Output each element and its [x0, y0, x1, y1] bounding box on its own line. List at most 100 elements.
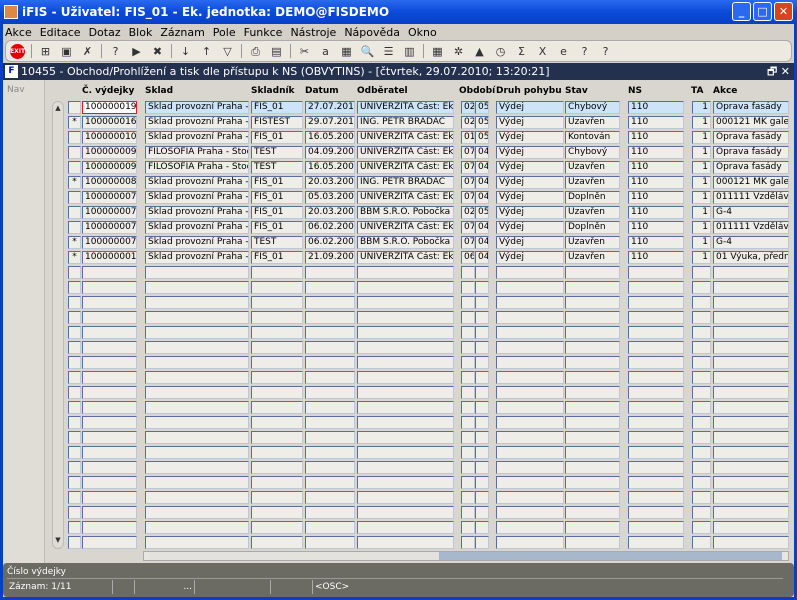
cell-sklad[interactable]	[145, 521, 249, 534]
help-icon[interactable]: ?	[577, 44, 592, 59]
cell-cislo[interactable]	[82, 341, 137, 354]
cell-cislo[interactable]	[82, 281, 137, 294]
cell-sklad[interactable]: Sklad provozní Praha - Stodůlky	[145, 116, 249, 129]
cell-datum[interactable]	[305, 521, 355, 534]
cell-stav[interactable]	[565, 281, 620, 294]
cell-ta[interactable]: 1	[692, 191, 711, 204]
cell-druh[interactable]	[496, 266, 564, 279]
cell-ob1[interactable]	[461, 506, 475, 519]
scroll-up-icon[interactable]: ▲	[53, 104, 63, 114]
cell-akce[interactable]	[713, 266, 789, 279]
cell-ns[interactable]: 110	[628, 221, 684, 234]
cell-datum[interactable]	[305, 431, 355, 444]
menu-0[interactable]: Akce	[5, 26, 32, 39]
cell-akce[interactable]	[713, 401, 789, 414]
cell-odberatel[interactable]	[357, 371, 454, 384]
menu-1[interactable]: Editace	[40, 26, 81, 39]
cell-stav[interactable]	[565, 371, 620, 384]
cell-odberatel[interactable]: UNIVERZITA Část: EkF	[357, 146, 454, 159]
row-marker[interactable]	[68, 296, 81, 309]
cell-ob1[interactable]	[461, 311, 475, 324]
cell-akce[interactable]	[713, 536, 789, 549]
column-header-sklad[interactable]: Sklad	[145, 86, 173, 96]
cell-ns[interactable]	[628, 446, 684, 459]
cell-odberatel[interactable]: BBM S.R.O. Pobočka Praha	[357, 236, 454, 249]
row-marker[interactable]: *	[68, 251, 81, 264]
cell-datum[interactable]: 16.05.2007	[305, 161, 355, 174]
cell-druh[interactable]	[496, 536, 564, 549]
cell-odberatel[interactable]	[357, 491, 454, 504]
cell-cislo[interactable]	[82, 326, 137, 339]
cell-ns[interactable]	[628, 266, 684, 279]
cell-stav[interactable]: Uzavřen	[565, 251, 620, 264]
cell-odberatel[interactable]	[357, 536, 454, 549]
restore-icon[interactable]: 🗗	[767, 65, 777, 78]
cell-ta[interactable]	[692, 506, 711, 519]
cell-druh[interactable]	[496, 521, 564, 534]
cell-ns[interactable]	[628, 536, 684, 549]
cell-stav[interactable]	[565, 461, 620, 474]
cell-ob1[interactable]	[461, 371, 475, 384]
cell-akce[interactable]: 01 Výuka, přednášky	[713, 251, 789, 264]
cell-druh[interactable]	[496, 386, 564, 399]
cell-ta[interactable]	[692, 296, 711, 309]
cell-ob1[interactable]	[461, 341, 475, 354]
row-marker[interactable]	[68, 371, 81, 384]
cell-odberatel[interactable]: UNIVERZITA Část: EkF	[357, 101, 454, 114]
cell-datum[interactable]: 05.03.2006	[305, 191, 355, 204]
filter-icon[interactable]: ▽	[220, 44, 235, 59]
row-marker[interactable]	[68, 431, 81, 444]
cell-skladnik[interactable]: TEST	[251, 146, 303, 159]
row-marker[interactable]	[68, 386, 81, 399]
cell-ob1[interactable]	[461, 401, 475, 414]
cell-ns[interactable]	[628, 431, 684, 444]
cell-skladnik[interactable]: FIS_01	[251, 221, 303, 234]
cell-skladnik[interactable]	[251, 491, 303, 504]
cell-sklad[interactable]: Sklad provozní Praha - Stodůlky	[145, 191, 249, 204]
cell-akce[interactable]	[713, 521, 789, 534]
cell-ta[interactable]: 1	[692, 206, 711, 219]
cell-stav[interactable]	[565, 401, 620, 414]
cell-sklad[interactable]: Sklad provozní Praha - Stodůlky	[145, 221, 249, 234]
cell-stav[interactable]	[565, 521, 620, 534]
cell-datum[interactable]	[305, 461, 355, 474]
cell-ta[interactable]	[692, 281, 711, 294]
cell-ob1[interactable]	[461, 536, 475, 549]
cell-ns[interactable]: 110	[628, 236, 684, 249]
delete-record-icon[interactable]: ✗	[80, 44, 95, 59]
menu-4[interactable]: Záznam	[160, 26, 204, 39]
cell-ta[interactable]	[692, 461, 711, 474]
cell-skladnik[interactable]	[251, 296, 303, 309]
cell-skladnik[interactable]	[251, 506, 303, 519]
query-cancel-icon[interactable]: ✖	[150, 44, 165, 59]
cell-druh[interactable]	[496, 356, 564, 369]
cell-datum[interactable]	[305, 341, 355, 354]
row-marker[interactable]	[68, 131, 81, 144]
row-marker[interactable]	[68, 266, 81, 279]
row-marker[interactable]	[68, 221, 81, 234]
close-inner-icon[interactable]: ✕	[781, 65, 790, 78]
cell-akce[interactable]	[713, 311, 789, 324]
cell-ta[interactable]: 1	[692, 236, 711, 249]
cell-ob2[interactable]	[475, 296, 489, 309]
cell-skladnik[interactable]	[251, 341, 303, 354]
cell-stav[interactable]	[565, 431, 620, 444]
cell-odberatel[interactable]	[357, 296, 454, 309]
cell-ns[interactable]: 110	[628, 176, 684, 189]
cell-datum[interactable]: 20.03.2009	[305, 206, 355, 219]
cell-datum[interactable]	[305, 326, 355, 339]
cell-cislo[interactable]: 1000000163	[82, 116, 137, 129]
cell-akce[interactable]: Oprava fasády	[713, 131, 789, 144]
cell-cislo[interactable]: 1000000070	[82, 236, 137, 249]
cell-sklad[interactable]	[145, 461, 249, 474]
column-header-datum[interactable]: Datum	[305, 86, 339, 96]
cell-datum[interactable]	[305, 371, 355, 384]
cell-odberatel[interactable]	[357, 326, 454, 339]
cell-akce[interactable]: Oprava fasády	[713, 101, 789, 114]
cell-ta[interactable]	[692, 416, 711, 429]
cell-ob1[interactable]	[461, 476, 475, 489]
cell-odberatel[interactable]: UNIVERZITA Část: EkF	[357, 131, 454, 144]
cell-ns[interactable]	[628, 386, 684, 399]
menu-9[interactable]: Okno	[408, 26, 437, 39]
cell-ob1[interactable]: 07	[461, 221, 475, 234]
